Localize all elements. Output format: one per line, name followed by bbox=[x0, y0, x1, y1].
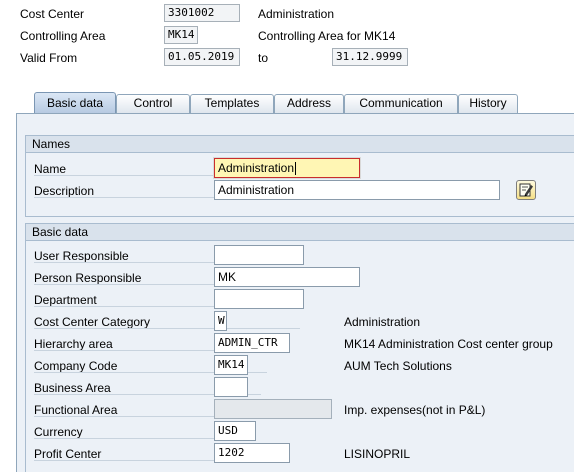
valid-to-field[interactable]: 31.12.9999 bbox=[332, 48, 408, 66]
cost-center-text: Administration bbox=[258, 7, 335, 21]
company-code-input[interactable]: MK14 bbox=[214, 355, 248, 375]
profit-center-text: LISINOPRIL bbox=[344, 447, 411, 461]
hierarchy-area-input[interactable]: ADMIN_CTR bbox=[214, 333, 290, 353]
business-area-label: Business Area bbox=[34, 381, 260, 395]
valid-from-field[interactable]: 01.05.2019 bbox=[164, 48, 240, 66]
edit-long-text-icon bbox=[519, 183, 533, 197]
cost-center-category-text: Administration bbox=[344, 315, 421, 329]
user-responsible-input[interactable] bbox=[214, 245, 304, 265]
tab-history[interactable]: History bbox=[458, 94, 518, 113]
cost-center-label: Cost Center bbox=[20, 7, 85, 21]
tab-communication[interactable]: Communication bbox=[344, 94, 458, 113]
tab-control[interactable]: Control bbox=[116, 94, 190, 113]
edit-long-text-button[interactable] bbox=[516, 180, 536, 200]
hierarchy-area-text: MK14 Administration Cost center group bbox=[344, 337, 553, 351]
department-label: Department bbox=[34, 293, 246, 307]
tab-basic-data[interactable]: Basic data bbox=[34, 92, 116, 113]
name-input-value: Administration bbox=[218, 161, 295, 175]
department-input[interactable] bbox=[214, 289, 304, 309]
text-cursor bbox=[295, 162, 297, 176]
name-label: Name bbox=[34, 162, 217, 176]
controlling-area-text: Controlling Area for MK14 bbox=[258, 29, 396, 43]
controlling-area-label: Controlling Area bbox=[20, 29, 106, 43]
tab-content-panel: Names Name Administration Description Ad… bbox=[16, 113, 574, 472]
basic-data-group: Basic data User Responsible Person Respo… bbox=[25, 223, 574, 472]
business-area-input[interactable] bbox=[214, 377, 248, 397]
cost-center-category-input[interactable]: W bbox=[214, 311, 227, 331]
to-label: to bbox=[258, 51, 269, 65]
basic-data-group-title: Basic data bbox=[26, 224, 574, 241]
functional-area-input bbox=[214, 399, 332, 419]
company-code-text: AUM Tech Solutions bbox=[344, 359, 452, 373]
user-responsible-label: User Responsible bbox=[34, 249, 278, 263]
functional-area-label: Functional Area bbox=[34, 403, 269, 417]
names-group-title: Names bbox=[26, 136, 574, 153]
tab-address[interactable]: Address bbox=[274, 94, 344, 113]
currency-input[interactable]: USD bbox=[214, 421, 256, 441]
person-responsible-label: Person Responsible bbox=[34, 271, 293, 285]
currency-label: Currency bbox=[34, 425, 232, 439]
description-label: Description bbox=[34, 184, 245, 198]
cost-center-field[interactable]: 3301002 bbox=[164, 4, 240, 22]
functional-area-text: Imp. expenses(not in P&L) bbox=[344, 403, 486, 417]
tab-templates[interactable]: Templates bbox=[190, 94, 274, 113]
profit-center-input[interactable]: 1202 bbox=[214, 443, 290, 463]
names-group: Names Name Administration Description Ad… bbox=[25, 135, 574, 217]
description-input[interactable]: Administration bbox=[214, 180, 500, 200]
valid-from-label: Valid From bbox=[20, 51, 78, 65]
person-responsible-input[interactable]: MK bbox=[214, 267, 360, 287]
name-input[interactable]: Administration bbox=[213, 157, 361, 179]
controlling-area-field[interactable]: MK14 bbox=[164, 26, 198, 44]
company-code-label: Company Code bbox=[34, 359, 269, 373]
hierarchy-area-label: Hierarchy area bbox=[34, 337, 262, 351]
cost-center-category-label: Cost Center Category bbox=[34, 315, 301, 329]
tab-strip: Basic data Control Templates Address Com… bbox=[34, 92, 574, 113]
profit-center-label: Profit Center bbox=[34, 447, 253, 461]
